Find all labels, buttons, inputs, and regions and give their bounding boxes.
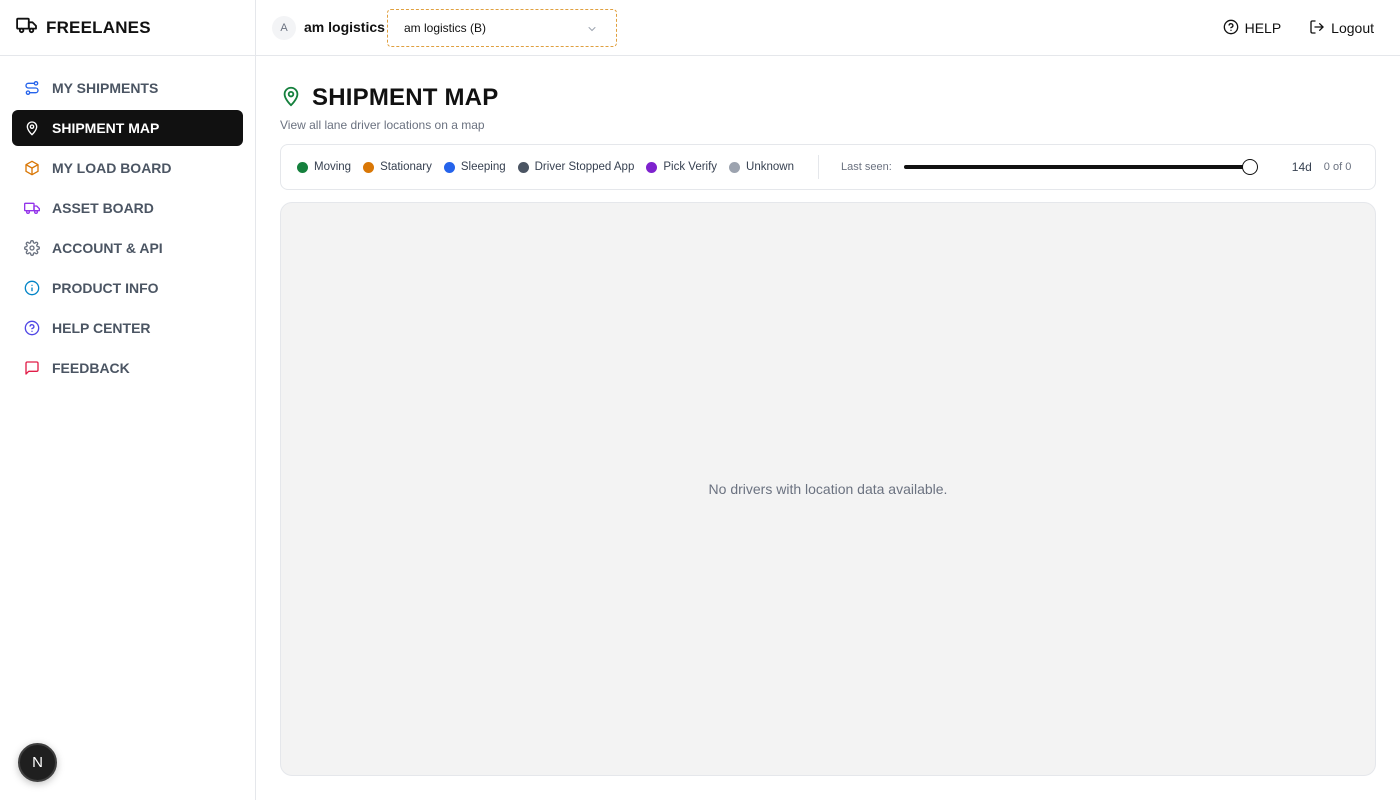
help-label: HELP: [1244, 20, 1282, 36]
logout-button[interactable]: Logout: [1309, 19, 1374, 38]
legend-item-pick-verify[interactable]: Pick Verify: [646, 161, 717, 173]
org-select-dropdown[interactable]: am logistics (B): [387, 9, 617, 47]
slider-fill: [903, 165, 1250, 169]
map-empty-message: No drivers with location data available.: [708, 481, 948, 497]
sidebar-item-label: SHIPMENT MAP: [52, 120, 160, 136]
gear-icon: [24, 240, 40, 256]
last-seen-label: Last seen:: [841, 161, 892, 173]
framework-badge-button[interactable]: N: [18, 743, 57, 782]
map-pin-icon: [24, 120, 40, 136]
org-select-value: am logistics (B): [404, 21, 487, 35]
legend-label: Pick Verify: [663, 161, 718, 173]
brand-name: FREELANES: [46, 17, 151, 37]
logout-label: Logout: [1331, 20, 1374, 36]
sidebar-item-label: HELP CENTER: [52, 320, 151, 336]
divider: [818, 155, 819, 179]
avatar: A: [272, 16, 296, 40]
route-icon: [24, 80, 40, 96]
sidebar-item-shipment-map[interactable]: SHIPMENT MAP: [12, 110, 243, 146]
slider-value: 14d: [1291, 160, 1312, 174]
legend-item-unknown[interactable]: Unknown: [729, 161, 794, 173]
legend-label: Sleeping: [460, 161, 506, 173]
sidebar-item-my-load-board[interactable]: MY LOAD BOARD: [12, 150, 243, 186]
driver-count: 0 of 0: [1323, 161, 1352, 173]
status-dot: [517, 161, 529, 173]
status-dot: [363, 161, 375, 173]
org-name: am logistics: [304, 19, 385, 35]
sidebar-item-label: PRODUCT INFO: [52, 280, 159, 296]
page-title-row: SHIPMENT MAP: [280, 84, 498, 112]
legend-label: Moving: [314, 161, 352, 173]
map-pin-icon: [280, 85, 302, 112]
map-legend-bar: Moving Stationary Sleeping Driver Stoppe…: [280, 144, 1376, 190]
help-button[interactable]: HELP: [1223, 19, 1282, 38]
main-content: SHIPMENT MAP View all lane driver locati…: [256, 56, 1400, 800]
legend-label: Unknown: [746, 161, 794, 173]
sidebar-item-feedback[interactable]: FEEDBACK: [12, 350, 243, 386]
legend-item-stationary[interactable]: Stationary: [363, 161, 432, 173]
status-dot: [646, 161, 658, 173]
sidebar-item-asset-board[interactable]: ASSET BOARD: [12, 190, 243, 226]
sidebar: FREELANES MY SHIPMENTS SHIPMENT MAP MY L…: [0, 0, 256, 800]
sidebar-item-label: MY LOAD BOARD: [52, 160, 172, 176]
status-dot: [297, 161, 308, 173]
truck-icon: [24, 200, 40, 216]
truck-logo-icon: [16, 16, 38, 39]
brand[interactable]: FREELANES: [0, 0, 255, 56]
sidebar-item-help-center[interactable]: HELP CENTER: [12, 310, 243, 346]
help-circle-icon: [1223, 19, 1239, 38]
logout-icon: [1309, 19, 1325, 38]
slider-thumb[interactable]: [1241, 159, 1258, 175]
legend-label: Driver Stopped App: [534, 161, 635, 173]
page-subtitle: View all lane driver locations on a map: [280, 118, 485, 132]
header-actions: HELP Logout: [1223, 0, 1374, 56]
sidebar-nav: MY SHIPMENTS SHIPMENT MAP MY LOAD BOARD …: [0, 56, 255, 386]
info-icon: [24, 280, 40, 296]
sidebar-item-label: ACCOUNT & API: [52, 240, 163, 256]
legend-item-driver-stopped-app[interactable]: Driver Stopped App: [517, 161, 635, 173]
sidebar-item-account-api[interactable]: ACCOUNT & API: [12, 230, 243, 266]
package-icon: [24, 160, 40, 176]
status-dot: [729, 161, 741, 173]
sidebar-item-label: FEEDBACK: [52, 360, 130, 376]
app-root: FREELANES MY SHIPMENTS SHIPMENT MAP MY L…: [0, 0, 1400, 800]
map-area[interactable]: No drivers with location data available.: [280, 202, 1376, 776]
top-header: A am logistics am logistics (B) HELP Log…: [256, 0, 1400, 56]
page-title: SHIPMENT MAP: [312, 84, 499, 111]
sidebar-item-my-shipments[interactable]: MY SHIPMENTS: [12, 70, 243, 106]
legend-label: Stationary: [380, 161, 432, 173]
sidebar-item-label: ASSET BOARD: [52, 200, 154, 216]
status-dot: [443, 161, 455, 173]
legend-item-sleeping[interactable]: Sleeping: [443, 161, 506, 173]
legend-item-moving[interactable]: Moving: [297, 161, 351, 173]
sidebar-item-label: MY SHIPMENTS: [52, 80, 159, 96]
message-square-icon: [24, 360, 40, 376]
last-seen-slider[interactable]: [903, 159, 1258, 175]
sidebar-item-product-info[interactable]: PRODUCT INFO: [12, 270, 243, 306]
chevron-down-icon: [586, 23, 598, 35]
help-circle-icon: [24, 320, 40, 336]
